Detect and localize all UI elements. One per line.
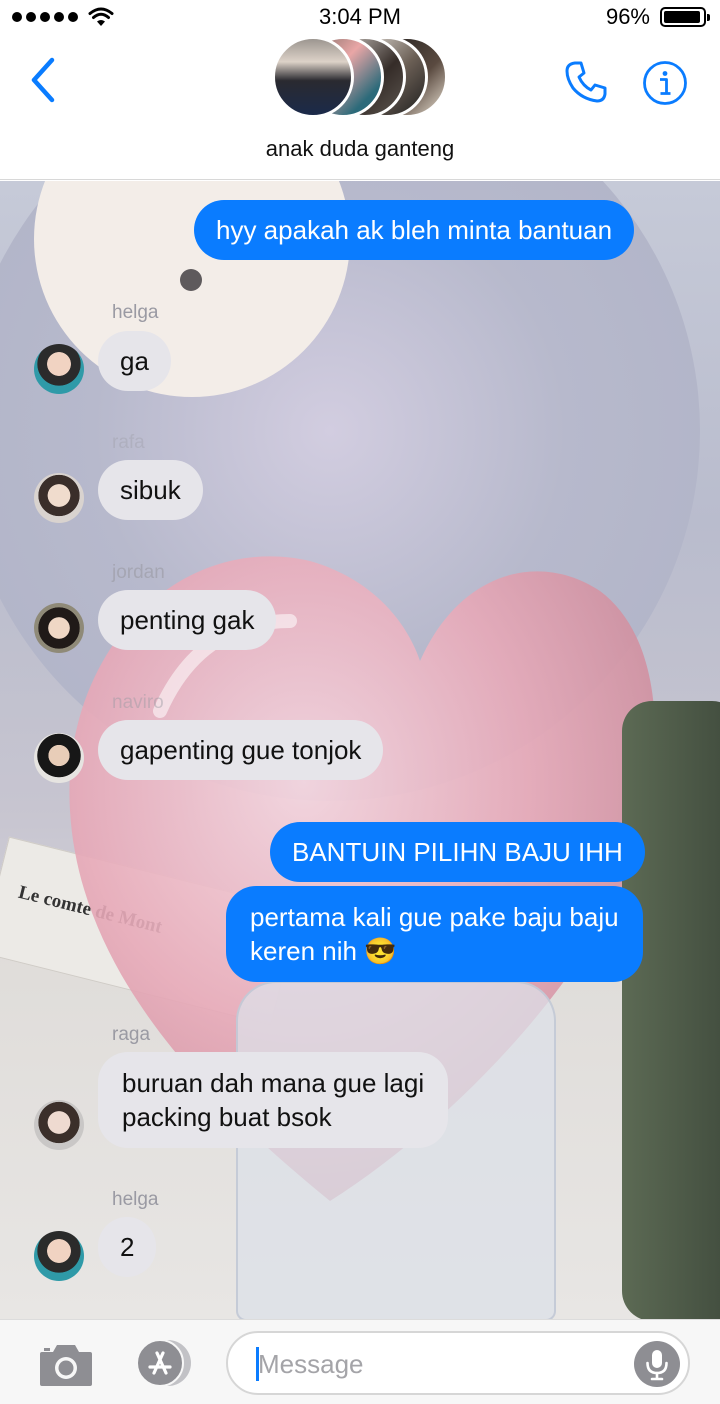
battery-percent: 96%: [605, 4, 650, 29]
chevron-left-icon: [31, 57, 55, 103]
sender-name: raga: [112, 1024, 151, 1045]
message-bubble-incoming[interactable]: 2: [98, 1217, 157, 1277]
phone-icon: [565, 61, 607, 103]
message-bubble-incoming[interactable]: ga: [98, 331, 171, 391]
message-bubble-outgoing[interactable]: hyy apakah ak bleh minta bantuan: [194, 200, 635, 260]
avatar[interactable]: [34, 733, 84, 783]
message-bubble-outgoing[interactable]: BANTUIN PILIHN BAJU IHH: [270, 822, 645, 882]
avatar[interactable]: [34, 1100, 84, 1150]
group-name[interactable]: anak duda ganteng: [0, 136, 720, 162]
call-button[interactable]: [562, 58, 610, 106]
message-bubble-incoming[interactable]: buruan dah mana gue lagi packing buat bs…: [98, 1052, 449, 1148]
group-avatar-stack[interactable]: [270, 36, 450, 120]
back-button[interactable]: [24, 54, 64, 106]
avatar[interactable]: [34, 473, 84, 523]
sender-name: jordan: [112, 562, 165, 583]
avatar[interactable]: [34, 344, 84, 394]
message-line: buruan dah mana gue lagi: [122, 1068, 425, 1098]
sender-name: helga: [112, 1189, 159, 1210]
message-bubble-incoming[interactable]: gapenting gue tonjok: [98, 720, 384, 780]
message-input[interactable]: [226, 1331, 690, 1395]
camera-icon: [40, 1345, 92, 1386]
info-button[interactable]: [642, 60, 688, 106]
message-thread[interactable]: Le comte de Mont hyy apakah ak bleh mint…: [0, 181, 720, 1319]
background-record-hole: [180, 269, 202, 291]
app-store-button[interactable]: [130, 1338, 196, 1388]
dictation-button[interactable]: [634, 1341, 680, 1387]
battery-icon: [660, 7, 710, 27]
message-field[interactable]: [258, 1347, 628, 1381]
sender-name: rafa: [112, 432, 145, 453]
avatar[interactable]: [34, 1231, 84, 1281]
sender-name: naviro: [112, 692, 164, 713]
camera-button[interactable]: [38, 1340, 94, 1388]
avatar: [272, 36, 354, 118]
app-store-icon: [136, 1339, 191, 1387]
avatar[interactable]: [34, 603, 84, 653]
sender-name: helga: [112, 302, 159, 323]
compose-bar: [0, 1319, 720, 1404]
message-line: keren nih 😎: [250, 936, 397, 966]
message-bubble-outgoing[interactable]: pertama kali gue pake baju baju keren ni…: [226, 886, 643, 982]
message-line: packing buat bsok: [122, 1102, 332, 1132]
info-icon: [643, 61, 687, 105]
message-bubble-incoming[interactable]: penting gak: [98, 590, 277, 650]
microphone-icon: [646, 1350, 668, 1381]
message-line: pertama kali gue pake baju baju: [250, 902, 619, 932]
background-glass-jar: [236, 981, 556, 1319]
background-bottle: [622, 701, 720, 1319]
conversation-header: anak duda ganteng: [0, 34, 720, 180]
message-bubble-incoming[interactable]: sibuk: [98, 460, 203, 520]
status-bar: 3:04 PM 96%: [0, 0, 720, 34]
